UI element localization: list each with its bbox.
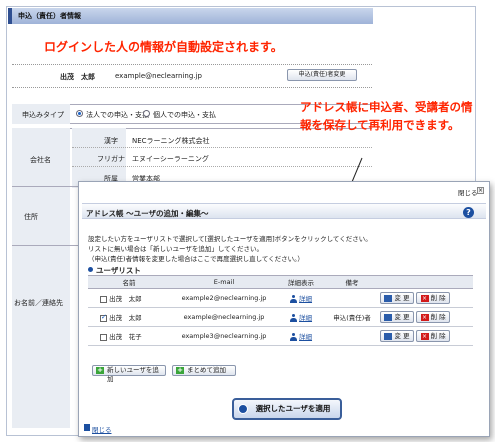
column-header-detail: 詳細表示: [278, 275, 324, 289]
user-name: 出茂 太郎: [109, 314, 142, 322]
instruction-line: リストに無い場合は「新しいユーザを追加」してください。: [88, 245, 263, 253]
divider: [12, 64, 372, 65]
user-email: example@neclearning.jp: [170, 307, 278, 327]
company-label: 会社名: [30, 156, 51, 164]
address-label: 住所: [24, 213, 38, 221]
table-row: 出茂 花子 example3@neclearning.jp 詳細 変 更 × 削 …: [88, 326, 473, 346]
user-note: 申込(責任)者: [324, 307, 380, 327]
edit-button[interactable]: 変 更: [380, 292, 414, 304]
dialog-instructions: 設定したい方をユーザリストで選択して[選択したユーザを適用]ボタンをクリックして…: [88, 234, 388, 264]
user-name: 出茂 太郎: [109, 295, 142, 303]
close-icon[interactable]: ×: [477, 187, 484, 194]
contact-label: お名前／連絡先: [14, 299, 63, 307]
column-header-name: 名前: [88, 275, 170, 289]
delete-x-icon: ×: [420, 294, 429, 302]
company-furigana-value: エヌイーシーラーニング: [132, 155, 209, 163]
radio-individual[interactable]: [143, 110, 150, 117]
section-title: 申込（責任）者情報: [18, 12, 81, 20]
column-header-note: 備考: [324, 275, 380, 289]
radio-corporate-label[interactable]: 法人での申込・支払: [86, 110, 149, 120]
user-note: [324, 326, 380, 346]
table-row: 出茂 太郎 example2@neclearning.jp 詳細 変 更 × 削 …: [88, 288, 473, 308]
application-type-label: 申込みタイプ: [22, 111, 64, 119]
apply-selected-user-button[interactable]: 選択したユーザを適用: [232, 398, 342, 420]
person-icon: [289, 295, 297, 303]
pencil-icon: [384, 332, 393, 340]
applicant-email: example@neclearning.jp: [115, 72, 202, 80]
divider: [72, 147, 372, 148]
user-note: [324, 288, 380, 308]
company-label-column: [12, 128, 70, 428]
annotation-auto-fill: ログインした人の情報が自動設定されます。: [44, 40, 283, 54]
help-icon[interactable]: ?: [463, 207, 474, 218]
apply-icon: [238, 404, 248, 414]
close-bottom-link[interactable]: 閉じる: [92, 424, 112, 434]
row-checkbox[interactable]: [100, 295, 107, 303]
edit-button[interactable]: 変 更: [380, 311, 414, 323]
detail-link[interactable]: 詳細: [299, 333, 312, 341]
row-checkbox[interactable]: [100, 333, 107, 341]
add-user-button[interactable]: + 新しいユーザを追加: [92, 365, 166, 383]
radio-corporate[interactable]: [76, 110, 83, 117]
column-header-email: E-mail: [170, 275, 278, 289]
person-icon: [289, 314, 297, 322]
add-icon: +: [176, 366, 184, 374]
company-furigana-label: フリガナ: [97, 155, 125, 163]
add-icon: +: [96, 366, 104, 374]
user-email: example2@neclearning.jp: [170, 288, 278, 308]
edit-button[interactable]: 変 更: [380, 330, 414, 342]
company-kanji-value: NECラーニング株式会社: [132, 137, 210, 145]
change-applicant-button[interactable]: 申込(責任)者変更: [287, 69, 357, 81]
user-email: example3@neclearning.jp: [170, 326, 278, 346]
user-list-table: 名前 E-mail 詳細表示 備考 出茂 太郎 example2@neclear…: [88, 275, 473, 346]
detail-link[interactable]: 詳細: [299, 295, 312, 303]
pencil-icon: [384, 313, 393, 321]
pencil-icon: [384, 294, 393, 302]
column-header-actions: [380, 275, 473, 289]
company-kanji-label: 漢字: [104, 137, 118, 145]
divider: [12, 87, 372, 88]
bullet-icon: [88, 267, 93, 272]
table-row: 出茂 太郎 example@neclearning.jp 詳細 申込(責任)者 …: [88, 307, 473, 327]
radio-individual-label[interactable]: 個人での申込・支払: [153, 110, 216, 120]
detail-link[interactable]: 詳細: [299, 314, 312, 322]
applicant-name: 出茂 太郎: [60, 73, 95, 81]
row-checkbox[interactable]: [100, 313, 107, 322]
dialog-title: アドレス帳 ～ユーザの追加・編集～: [86, 209, 209, 218]
delete-button[interactable]: × 削 除: [416, 330, 451, 342]
delete-button[interactable]: × 削 除: [416, 311, 451, 323]
instruction-line: （申込(責任)者情報を変更した場合はここで再度選択し直してください。）: [88, 255, 304, 263]
delete-button[interactable]: × 削 除: [416, 292, 451, 304]
close-bottom-icon[interactable]: [84, 424, 90, 431]
bulk-add-button[interactable]: + まとめて追加: [172, 365, 236, 376]
annotation-address-book: アドレス帳に申込者、受講者の情報を保存して再利用できます。: [300, 100, 473, 132]
person-icon: [289, 333, 297, 341]
delete-x-icon: ×: [420, 332, 429, 340]
user-name: 出茂 花子: [109, 333, 142, 341]
delete-x-icon: ×: [420, 313, 429, 321]
instruction-line: 設定したい方をユーザリストで選択して[選択したユーザを適用]ボタンをクリックして…: [88, 235, 372, 243]
close-top-link[interactable]: 閉じる: [458, 187, 478, 197]
divider: [72, 166, 372, 167]
